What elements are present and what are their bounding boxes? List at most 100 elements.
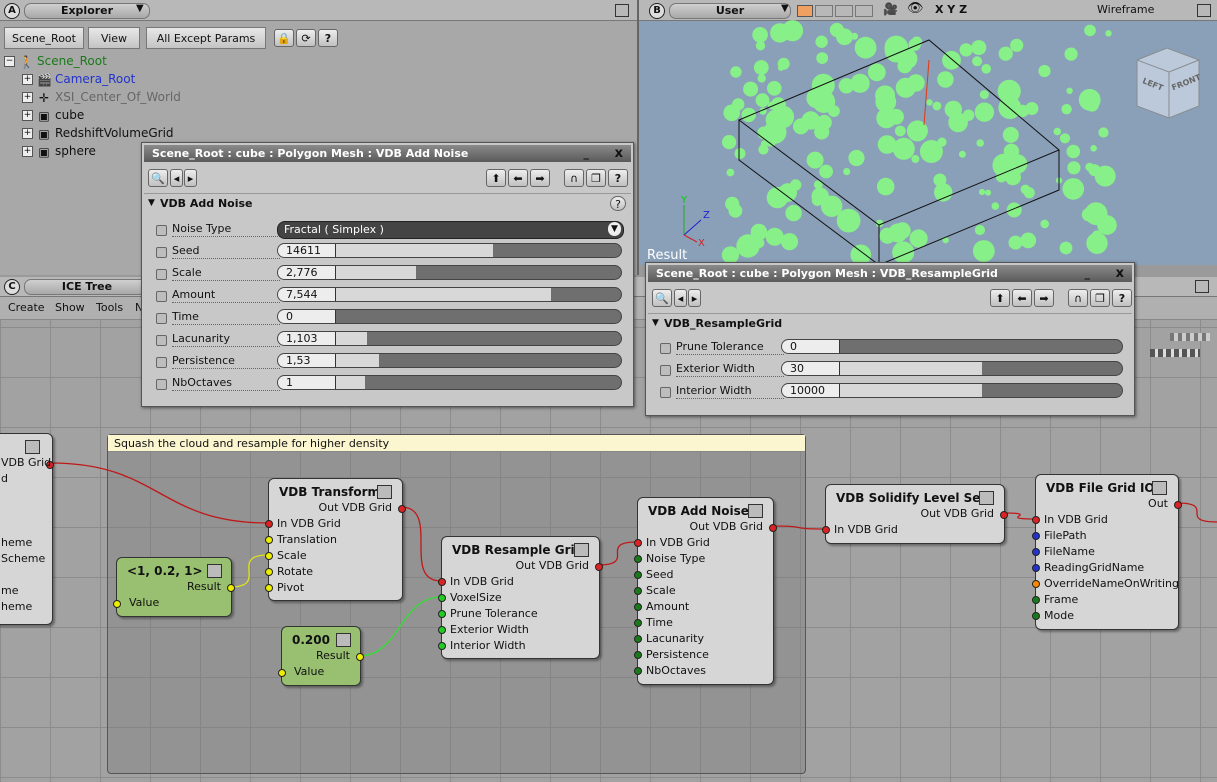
param-value[interactable]: 0 xyxy=(278,310,336,323)
connection-wire[interactable] xyxy=(400,506,442,582)
node-menu-icon[interactable] xyxy=(1152,481,1167,495)
param-value[interactable]: 1 xyxy=(278,376,336,389)
maximize-icon[interactable] xyxy=(615,4,629,17)
node-menu-icon[interactable] xyxy=(574,543,589,557)
expand-icon[interactable]: + xyxy=(22,74,33,85)
input-port-dot[interactable] xyxy=(1032,532,1040,540)
input-port-dot[interactable] xyxy=(438,578,446,586)
camera-selector[interactable]: User xyxy=(669,3,791,19)
input-port-dot[interactable] xyxy=(822,526,830,534)
lock-icon[interactable]: 🔒 xyxy=(274,29,294,47)
tree-item[interactable]: + ▣ cube xyxy=(22,106,84,124)
tree-item[interactable]: + ▣ RedshiftVolumeGrid xyxy=(22,124,174,142)
input-port-dot[interactable] xyxy=(634,587,642,595)
next-arrow-icon[interactable]: ▸ xyxy=(184,169,197,187)
explorer-view-letter[interactable]: A xyxy=(4,3,20,19)
output-port-dot[interactable] xyxy=(1000,511,1008,519)
axes-label[interactable]: X Y Z xyxy=(935,3,967,16)
expand-icon[interactable]: + xyxy=(22,92,33,103)
forward-arrow-icon[interactable]: ➡ xyxy=(530,169,550,187)
param-slider[interactable]: 0 xyxy=(277,309,622,324)
param-animate-checkbox[interactable] xyxy=(660,365,671,376)
refresh-icon[interactable]: ⟳ xyxy=(296,29,316,47)
input-port-dot[interactable] xyxy=(634,651,642,659)
inspect-icon[interactable]: 🔍 xyxy=(652,289,672,307)
input-port-dot[interactable] xyxy=(634,667,642,675)
back-arrow-icon[interactable]: ⬅ xyxy=(508,169,528,187)
param-slider[interactable]: 7,544 xyxy=(277,287,622,302)
ppg-resample-title[interactable]: Scene_Root : cube : Polygon Mesh : VDB_R… xyxy=(648,265,1132,282)
param-slider[interactable]: 30 xyxy=(781,361,1123,376)
connection-wire[interactable] xyxy=(1176,502,1217,523)
param-animate-checkbox[interactable] xyxy=(156,247,167,258)
param-value[interactable]: 10000 xyxy=(782,384,840,397)
prev-arrow-icon[interactable]: ◂ xyxy=(674,289,687,307)
param-slider[interactable]: 0 xyxy=(781,339,1123,354)
input-port-dot[interactable] xyxy=(1032,548,1040,556)
output-port-dot[interactable] xyxy=(227,584,235,592)
output-port-dot[interactable] xyxy=(356,653,364,661)
back-arrow-icon[interactable]: ⬅ xyxy=(1012,289,1032,307)
chevron-down-icon[interactable]: ▼ xyxy=(136,3,144,14)
tree-item[interactable]: − 🚶 Scene_Root xyxy=(4,52,107,70)
param-slider[interactable]: 2,776 xyxy=(277,265,622,280)
input-port-dot[interactable] xyxy=(438,610,446,618)
copy-icon[interactable]: ❐ xyxy=(586,169,606,187)
collapse-icon[interactable]: − xyxy=(4,56,15,67)
viewport-canvas[interactable]: Y Z X xyxy=(639,20,1217,265)
input-port-dot[interactable] xyxy=(634,539,642,547)
tree-item[interactable]: + ▣ sphere xyxy=(22,142,96,160)
node-left-partial[interactable]: VDB Grid d heme Scheme me heme xyxy=(0,433,54,625)
tree-item[interactable]: + ✛ XSI_Center_Of_World xyxy=(22,88,181,106)
input-port-dot[interactable] xyxy=(1032,580,1040,588)
input-port-dot[interactable] xyxy=(1032,516,1040,524)
param-value[interactable]: 2,776 xyxy=(278,266,336,279)
param-animate-checkbox[interactable] xyxy=(156,269,167,280)
param-value[interactable]: 1,53 xyxy=(278,354,336,367)
connection-wire[interactable] xyxy=(771,525,826,530)
scope-button[interactable]: Scene_Root xyxy=(4,27,84,49)
param-animate-checkbox[interactable] xyxy=(660,387,671,398)
input-port-dot[interactable] xyxy=(438,642,446,650)
node-solidify[interactable]: VDB Solidify Level Set Out VDB Grid In VDB… xyxy=(822,484,1008,544)
ppg-add-noise-title[interactable]: Scene_Root : cube : Polygon Mesh : VDB A… xyxy=(144,145,631,162)
input-port-dot[interactable] xyxy=(265,520,273,528)
input-port-dot[interactable] xyxy=(265,552,273,560)
param-value[interactable]: 0 xyxy=(782,340,840,353)
node-menu-icon[interactable] xyxy=(377,485,392,499)
layout-icon[interactable] xyxy=(797,5,813,17)
minimize-icon[interactable]: _ xyxy=(1085,265,1091,282)
noise-type-select[interactable]: Fractal ( Simplex ) ▼ xyxy=(277,221,624,239)
ppg-add-noise[interactable]: Scene_Root : cube : Polygon Mesh : VDB A… xyxy=(141,142,634,407)
param-animate-checkbox[interactable] xyxy=(156,313,167,324)
param-animate-checkbox[interactable] xyxy=(156,291,167,302)
param-slider[interactable]: 14611 xyxy=(277,243,622,258)
param-slider[interactable]: 1,103 xyxy=(277,331,622,346)
node-menu-icon[interactable] xyxy=(336,633,351,647)
expand-icon[interactable]: + xyxy=(22,146,33,157)
param-value[interactable]: 30 xyxy=(782,362,840,375)
connection-wire[interactable] xyxy=(358,596,442,657)
output-port-dot[interactable] xyxy=(398,505,406,513)
node-scalar[interactable]: 0.200 Result Value xyxy=(278,626,364,686)
input-port-dot[interactable] xyxy=(438,594,446,602)
node-menu-icon[interactable] xyxy=(979,491,994,505)
next-arrow-icon[interactable]: ▸ xyxy=(688,289,701,307)
node-menu-icon[interactable] xyxy=(25,440,40,454)
magnet-icon[interactable]: ∩ xyxy=(1068,289,1088,307)
output-port-dot[interactable] xyxy=(1174,501,1182,509)
input-port-dot[interactable] xyxy=(438,626,446,634)
node-transform[interactable]: VDB Transform Out VDB Grid In VDB Grid Tran… xyxy=(265,478,406,601)
param-animate-checkbox[interactable] xyxy=(660,343,671,354)
param-slider[interactable]: 10000 xyxy=(781,383,1123,398)
node-menu-icon[interactable] xyxy=(207,564,222,578)
eye-icon[interactable]: 👁 xyxy=(907,1,924,16)
noise-type-animate[interactable] xyxy=(156,225,167,236)
input-port-dot[interactable] xyxy=(1032,612,1040,620)
chevron-down-icon[interactable]: ▼ xyxy=(608,222,621,236)
layout-icon[interactable] xyxy=(855,5,873,17)
node-menu-icon[interactable] xyxy=(748,504,763,518)
input-port-dot[interactable] xyxy=(634,619,642,627)
connection-wire[interactable] xyxy=(229,554,269,588)
help-icon[interactable]: ? xyxy=(1112,289,1132,307)
